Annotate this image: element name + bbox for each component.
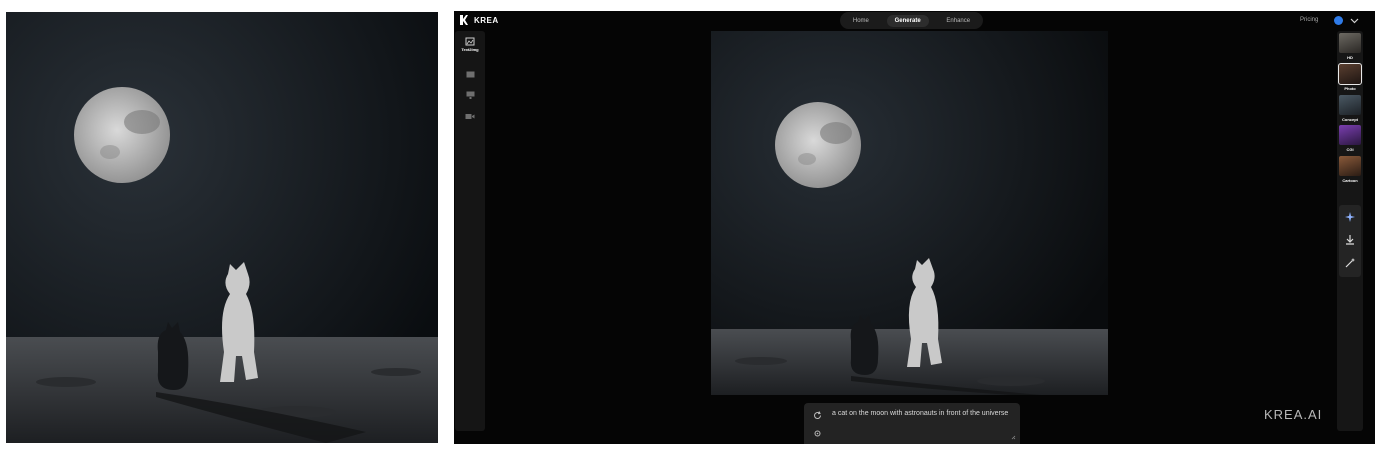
generated-image-preview	[6, 12, 438, 443]
nav-tab-generate[interactable]: Generate	[886, 14, 929, 27]
style-hd-label: HD	[1347, 55, 1353, 60]
moon-scene-image	[6, 12, 438, 443]
style-hd-thumbnail	[1339, 33, 1361, 53]
brand-name: KREA	[474, 15, 499, 25]
style-cgi-label: CGI	[1346, 147, 1354, 152]
style-photo-thumbnail	[1338, 63, 1362, 85]
krea-app-window: KREA Home Generate Enhance Pricing Text2…	[454, 11, 1375, 444]
moon-scene-svg	[6, 12, 438, 443]
left-toolbar: Text2Img	[455, 31, 485, 431]
tool-monitor[interactable]	[459, 88, 481, 102]
canvas-moon-scene-svg	[711, 31, 1108, 395]
style-cgi-thumbnail	[1339, 125, 1361, 145]
generated-image-canvas[interactable]	[711, 31, 1108, 395]
style-cgi[interactable]: CGI	[1339, 125, 1361, 152]
tool-image[interactable]	[459, 67, 481, 81]
sparkle-icon[interactable]	[1344, 211, 1356, 223]
monitor-icon	[466, 91, 474, 99]
resize-handle-icon[interactable]	[1011, 435, 1016, 440]
refresh-icon[interactable]	[813, 411, 822, 420]
nav-tab-home[interactable]: Home	[845, 15, 877, 27]
magic-wand-icon[interactable]	[1344, 257, 1356, 269]
image-actions	[1339, 205, 1361, 277]
download-icon[interactable]	[1344, 234, 1356, 246]
brand[interactable]: KREA	[460, 15, 499, 25]
style-cartoon[interactable]: Cartoon	[1339, 156, 1361, 183]
tool-text2img[interactable]: Text2Img	[459, 34, 481, 52]
nav-tab-enhance[interactable]: Enhance	[938, 15, 978, 27]
style-cartoon-label: Cartoon	[1342, 178, 1358, 183]
chevron-down-icon[interactable]	[1350, 16, 1359, 25]
style-photo-label: Photo	[1344, 86, 1356, 91]
text-to-image-icon	[465, 37, 475, 45]
prompt-box: a cat on the moon with astronauts in fro…	[804, 403, 1020, 444]
video-icon	[465, 113, 475, 119]
tool-text2img-label: Text2Img	[461, 47, 479, 52]
user-avatar[interactable]	[1334, 16, 1343, 25]
image-icon	[466, 71, 474, 77]
watermark: KREA.AI	[1264, 407, 1323, 422]
style-cartoon-thumbnail	[1339, 156, 1361, 176]
style-concept[interactable]: Concept	[1339, 95, 1361, 122]
style-concept-label: Concept	[1342, 117, 1358, 122]
top-bar: KREA Home Generate Enhance Pricing	[454, 11, 1375, 31]
prompt-input[interactable]: a cat on the moon with astronauts in fro…	[832, 409, 1012, 419]
style-hd[interactable]: HD	[1339, 33, 1361, 60]
pricing-link[interactable]: Pricing	[1300, 17, 1318, 23]
krea-logo-icon	[460, 15, 468, 25]
style-rail: HD Photo Concept CGI Cartoon	[1337, 31, 1363, 431]
main-nav: Home Generate Enhance	[840, 12, 983, 29]
tool-video[interactable]	[459, 109, 481, 123]
style-concept-thumbnail	[1339, 95, 1361, 115]
style-photo[interactable]: Photo	[1338, 63, 1362, 91]
settings-icon[interactable]	[813, 429, 822, 438]
